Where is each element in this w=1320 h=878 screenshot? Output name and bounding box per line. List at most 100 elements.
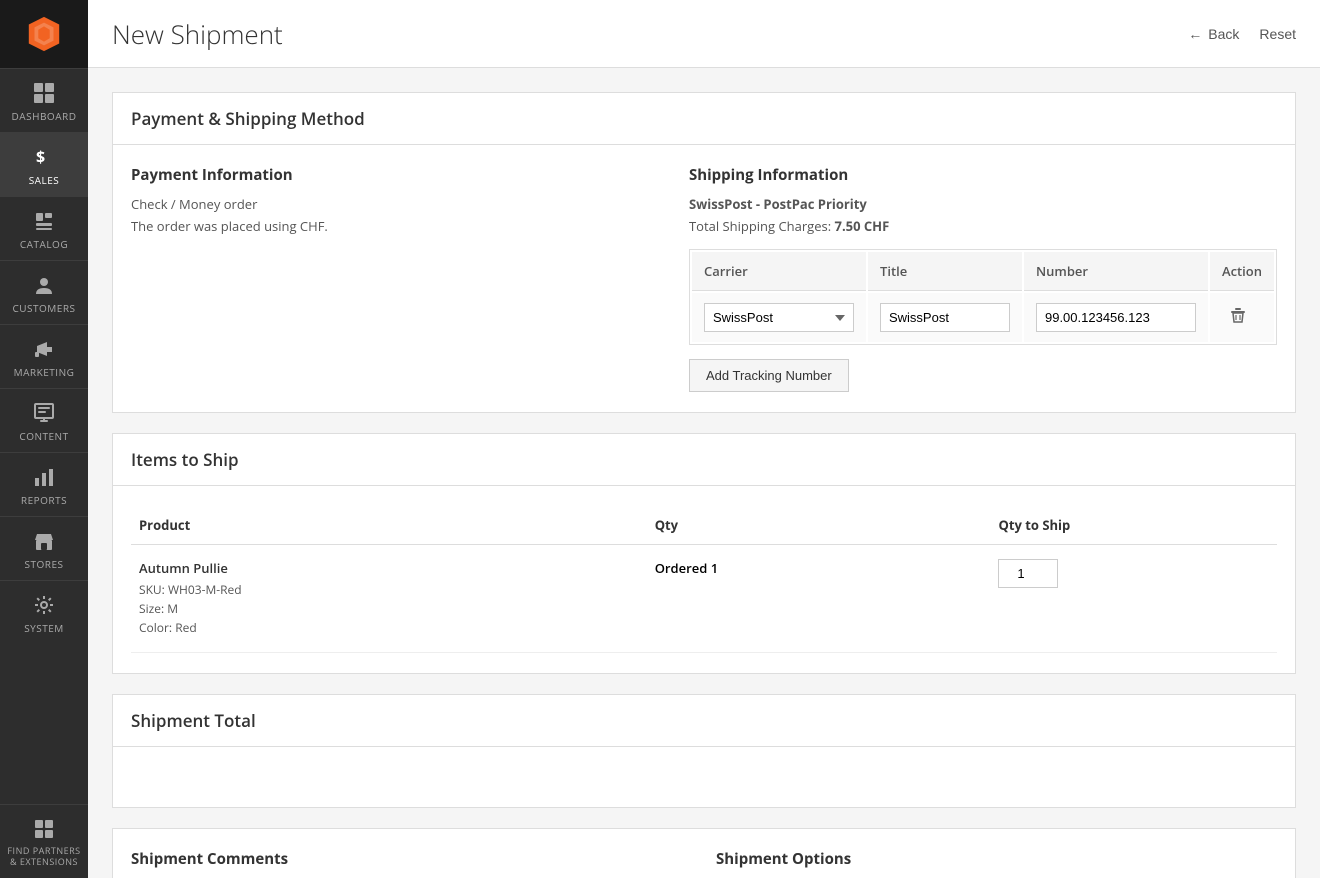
add-tracking-button[interactable]: Add Tracking Number xyxy=(689,359,849,392)
comments-options-two-col: Shipment Comments Comment Text Shipment … xyxy=(131,849,1277,878)
tracking-col-title: Title xyxy=(868,252,1022,291)
items-section-header: Items to Ship xyxy=(113,434,1295,486)
sidebar-item-system[interactable]: SYSTEM xyxy=(0,580,88,644)
header-actions: ← Back Reset xyxy=(1188,26,1296,42)
payment-info-title: Payment Information xyxy=(131,165,665,185)
marketing-icon xyxy=(32,337,56,361)
carrier-select[interactable]: SwissPost xyxy=(704,303,854,332)
sidebar-item-content[interactable]: CONTENT xyxy=(0,388,88,452)
system-icon xyxy=(32,593,56,617)
content-area: Payment & Shipping Method Payment Inform… xyxy=(88,68,1320,878)
sidebar-item-label: FIND PARTNERS & EXTENSIONS xyxy=(4,846,84,868)
main-content: New Shipment ← Back Reset Payment & Ship… xyxy=(88,0,1320,878)
sidebar-item-partners[interactable]: FIND PARTNERS & EXTENSIONS xyxy=(0,804,88,878)
product-cell: Autumn Pullie SKU: WH03-M-Red Size: M Co… xyxy=(131,545,647,653)
sales-icon: $ xyxy=(32,145,56,169)
comments-options-section: Shipment Comments Comment Text Shipment … xyxy=(112,828,1296,878)
comments-title: Shipment Comments xyxy=(131,849,692,869)
sidebar: DASHBOARD $ SALES CATALOG CUSTOMERS MARK… xyxy=(0,0,88,878)
sidebar-item-label: SALES xyxy=(29,174,60,186)
sidebar-item-reports[interactable]: REPORTS xyxy=(0,452,88,516)
delete-tracking-button[interactable] xyxy=(1222,303,1254,332)
shipping-charge-label: Total Shipping Charges: xyxy=(689,217,835,235)
sidebar-logo xyxy=(0,0,88,68)
svg-text:$: $ xyxy=(36,146,46,168)
tracking-number-cell xyxy=(1024,293,1208,342)
content-icon xyxy=(32,401,56,425)
sidebar-item-label: CUSTOMERS xyxy=(12,302,75,314)
shipping-charge-amount: 7.50 CHF xyxy=(835,217,890,235)
sidebar-item-label: SYSTEM xyxy=(24,622,64,634)
qty-to-ship-input[interactable] xyxy=(998,559,1058,588)
reset-button[interactable]: Reset xyxy=(1259,26,1296,42)
comments-options-body: Shipment Comments Comment Text Shipment … xyxy=(113,829,1295,878)
back-arrow-icon: ← xyxy=(1188,26,1202,42)
shipment-total-body xyxy=(113,747,1295,807)
qty-to-ship-cell xyxy=(990,545,1277,653)
page-header: New Shipment ← Back Reset xyxy=(88,0,1320,68)
shipping-charge: Total Shipping Charges: 7.50 CHF xyxy=(689,217,1277,235)
sidebar-item-customers[interactable]: CUSTOMERS xyxy=(0,260,88,324)
sidebar-item-marketing[interactable]: MARKETING xyxy=(0,324,88,388)
sidebar-item-label: CATALOG xyxy=(20,238,68,250)
qty-ordered: Ordered 1 xyxy=(655,559,718,577)
trash-icon xyxy=(1230,307,1246,323)
items-to-ship-section: Items to Ship Product Qty Qty to Ship A xyxy=(112,433,1296,674)
product-size-value: M xyxy=(167,600,178,617)
tracking-col-action: Action xyxy=(1210,252,1274,291)
product-color: Color: Red xyxy=(139,619,639,636)
tracking-action-cell xyxy=(1210,293,1274,342)
catalog-icon xyxy=(32,209,56,233)
sidebar-item-stores[interactable]: STORES xyxy=(0,516,88,580)
tracking-col-number: Number xyxy=(1024,252,1208,291)
payment-note: The order was placed using CHF. xyxy=(131,217,665,235)
back-label: Back xyxy=(1208,26,1239,42)
tracking-row: SwissPost xyxy=(692,293,1274,342)
product-sku-value: WH03-M-Red xyxy=(168,581,242,598)
sidebar-item-dashboard[interactable]: DASHBOARD xyxy=(0,68,88,132)
magento-logo-icon xyxy=(25,15,63,53)
comments-col: Shipment Comments Comment Text xyxy=(131,849,692,878)
tracking-carrier-cell: SwissPost xyxy=(692,293,866,342)
tracking-title-cell xyxy=(868,293,1022,342)
sidebar-item-label: MARKETING xyxy=(14,366,75,378)
items-table: Product Qty Qty to Ship Autumn Pullie SK… xyxy=(131,506,1277,653)
items-col-product: Product xyxy=(131,506,647,545)
sidebar-item-label: CONTENT xyxy=(19,430,68,442)
qty-cell: Ordered 1 xyxy=(647,545,991,653)
product-sku: SKU: WH03-M-Red xyxy=(139,581,639,598)
stores-icon xyxy=(32,529,56,553)
payment-info-col: Payment Information Check / Money order … xyxy=(131,165,665,392)
dashboard-icon xyxy=(32,81,56,105)
sidebar-item-catalog[interactable]: CATALOG xyxy=(0,196,88,260)
tracking-number-input[interactable] xyxy=(1036,303,1196,332)
payment-method: Check / Money order xyxy=(131,195,665,213)
items-col-qty-to-ship: Qty to Ship xyxy=(990,506,1277,545)
shipping-carrier-title: SwissPost - PostPac Priority xyxy=(689,195,1277,213)
product-color-value: Red xyxy=(175,619,197,636)
items-section-body: Product Qty Qty to Ship Autumn Pullie SK… xyxy=(113,486,1295,673)
payment-shipping-two-col: Payment Information Check / Money order … xyxy=(131,165,1277,392)
shipping-info-title: Shipping Information xyxy=(689,165,1277,185)
partners-icon xyxy=(32,817,56,841)
shipping-info-col: Shipping Information SwissPost - PostPac… xyxy=(689,165,1277,392)
tracking-table: Carrier Title Number Action xyxy=(689,249,1277,345)
payment-shipping-section-body: Payment Information Check / Money order … xyxy=(113,145,1295,412)
shipment-total-header: Shipment Total xyxy=(113,695,1295,747)
sidebar-item-label: STORES xyxy=(25,558,64,570)
product-name: Autumn Pullie xyxy=(139,559,639,577)
tracking-title-input[interactable] xyxy=(880,303,1010,332)
payment-shipping-section-header: Payment & Shipping Method xyxy=(113,93,1295,145)
customers-icon xyxy=(32,273,56,297)
payment-shipping-section: Payment & Shipping Method Payment Inform… xyxy=(112,92,1296,413)
reports-icon xyxy=(32,465,56,489)
product-size: Size: M xyxy=(139,600,639,617)
page-title: New Shipment xyxy=(112,16,283,52)
items-col-qty: Qty xyxy=(647,506,991,545)
back-button[interactable]: ← Back xyxy=(1188,26,1239,42)
options-title: Shipment Options xyxy=(716,849,1277,869)
sidebar-item-label: DASHBOARD xyxy=(12,110,77,122)
sidebar-bottom: FIND PARTNERS & EXTENSIONS xyxy=(0,804,88,878)
sidebar-item-sales[interactable]: $ SALES xyxy=(0,132,88,196)
options-col: Shipment Options Append Comments xyxy=(716,849,1277,878)
